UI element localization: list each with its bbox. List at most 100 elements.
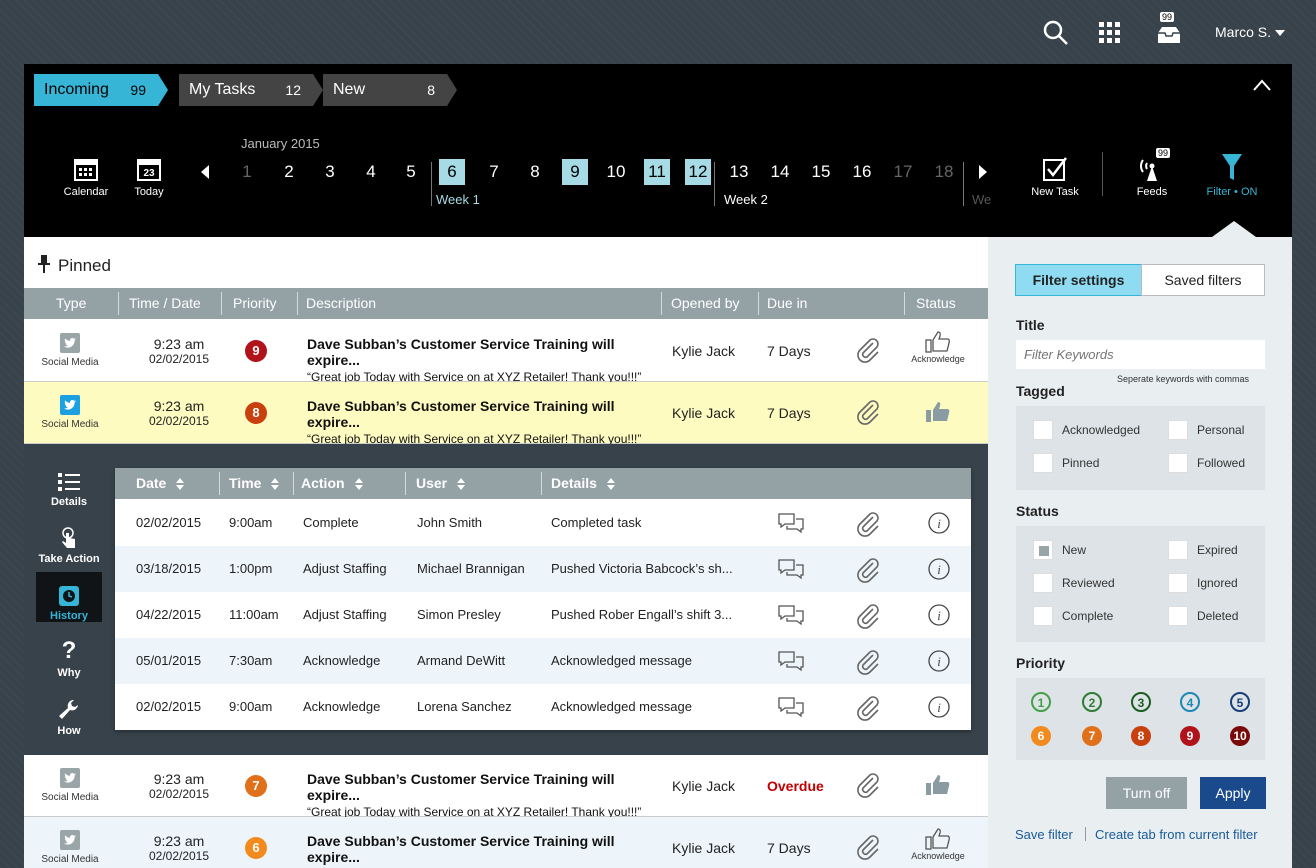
tag-acknowledged[interactable]: Acknowledged [1033,420,1140,440]
status-deleted[interactable]: Deleted [1168,606,1238,626]
status-ignored[interactable]: Ignored [1168,573,1238,593]
search-icon[interactable] [1041,18,1071,48]
tag-personal[interactable]: Personal [1168,420,1244,440]
info-icon[interactable]: i [928,696,950,721]
attachment-icon[interactable] [855,511,881,540]
filter-settings-tab[interactable]: Filter settings [1015,264,1142,296]
hcol-date[interactable]: Date [136,475,185,491]
take-action-button[interactable]: Take Action [36,515,102,572]
col-description[interactable]: Description [306,295,376,311]
status-complete[interactable]: Complete [1033,606,1113,626]
comments-icon[interactable] [777,557,805,584]
day-15[interactable]: 15 [808,159,834,185]
day-18[interactable]: 18 [931,159,957,185]
day-13[interactable]: 13 [726,159,752,185]
hcol-action[interactable]: Action [301,475,363,491]
attachment-icon[interactable] [855,834,881,863]
details-button[interactable]: Details [36,458,102,515]
info-icon[interactable]: i [928,558,950,583]
day-16[interactable]: 16 [849,159,875,185]
priority-filter-3[interactable]: 3 [1131,692,1151,712]
day-1[interactable]: 1 [234,159,260,185]
col-time[interactable]: Time / Date [129,295,201,311]
tab-my-tasks[interactable]: My Tasks 12 [179,74,323,106]
day-5[interactable]: 5 [398,159,424,185]
comments-icon[interactable] [777,511,805,538]
attachment-icon[interactable] [855,603,881,632]
priority-filter-9[interactable]: 9 [1180,726,1200,746]
day-6[interactable]: 6 [439,159,465,185]
inbox-icon[interactable]: 99 [1154,12,1184,48]
tab-new[interactable]: New 8 [323,74,457,106]
col-status[interactable]: Status [916,295,956,311]
filter-button[interactable]: Filter • ON [1202,152,1262,198]
hcol-details[interactable]: Details [551,475,615,491]
table-row[interactable]: Social Media 9:23 am 02/02/2015 6 Dave Subba… [24,817,988,868]
history-row[interactable]: 04/22/2015 11:00am Adjust Staffing Simon Pr… [115,592,971,638]
priority-filter-8[interactable]: 8 [1131,726,1151,746]
new-task-button[interactable]: New Task [1025,152,1085,198]
day-9[interactable]: 9 [562,159,588,185]
table-row[interactable]: Social Media 9:23 am 02/02/2015 7 Dave Subba… [24,755,988,819]
hcol-user[interactable]: User [416,475,466,491]
day-3[interactable]: 3 [317,159,343,185]
day-11[interactable]: 11 [644,159,670,185]
tag-followed[interactable]: Followed [1168,453,1245,473]
table-row[interactable]: Social Media 9:23 am 02/02/2015 9 Dave Subba… [24,320,988,384]
prev-arrow-icon[interactable] [200,165,210,184]
table-row[interactable]: Social Media 9:23 am 02/02/2015 8 Dave Subba… [24,382,988,446]
info-icon[interactable]: i [928,512,950,537]
user-menu[interactable]: Marco S. [1215,24,1286,40]
info-icon[interactable]: i [928,650,950,675]
turn-off-button[interactable]: Turn off [1106,777,1187,809]
priority-filter-1[interactable]: 1 [1031,692,1051,712]
day-17[interactable]: 17 [890,159,916,185]
comments-icon[interactable] [777,649,805,676]
priority-filter-7[interactable]: 7 [1082,726,1102,746]
saved-filters-tab[interactable]: Saved filters [1141,264,1265,296]
tab-incoming[interactable]: Incoming 99 [34,74,168,106]
acknowledge-button[interactable]: Acknowledge [904,331,972,364]
day-8[interactable]: 8 [522,159,548,185]
attachment-icon[interactable] [855,337,881,366]
col-due-in[interactable]: Due in [767,295,807,311]
why-button[interactable]: ? Why [36,629,102,686]
attachment-icon[interactable] [855,649,881,678]
save-filter-link[interactable]: Save filter [1015,827,1073,842]
priority-filter-5[interactable]: 5 [1230,692,1250,712]
history-row[interactable]: 02/02/2015 9:00am Acknowledge Lorena Sanche… [115,684,971,730]
attachment-icon[interactable] [855,557,881,586]
calendar-button[interactable]: Calendar [56,152,116,198]
create-tab-link[interactable]: Create tab from current filter [1095,827,1258,842]
apps-grid-icon[interactable] [1095,18,1125,48]
today-button[interactable]: 23 Today [119,152,179,198]
col-priority[interactable]: Priority [233,295,277,311]
collapse-chevron-icon[interactable] [1252,78,1272,97]
tag-pinned[interactable]: Pinned [1033,453,1099,473]
day-7[interactable]: 7 [481,159,507,185]
comments-icon[interactable] [777,695,805,722]
history-row[interactable]: 03/18/2015 1:00pm Adjust Staffing Michael B… [115,546,971,592]
attachment-icon[interactable] [855,695,881,724]
col-type[interactable]: Type [56,295,86,311]
keywords-input[interactable] [1016,340,1265,369]
attachment-icon[interactable] [855,399,881,428]
comments-icon[interactable] [777,603,805,630]
day-2[interactable]: 2 [276,159,302,185]
history-button[interactable]: History [36,572,102,622]
day-12[interactable]: 12 [685,159,711,185]
acknowledge-button[interactable] [904,401,972,424]
hcol-time[interactable]: Time [229,475,280,491]
priority-filter-10[interactable]: 10 [1230,726,1250,746]
day-10[interactable]: 10 [603,159,629,185]
priority-filter-6[interactable]: 6 [1031,726,1051,746]
acknowledge-button[interactable] [904,774,972,797]
day-14[interactable]: 14 [767,159,793,185]
next-arrow-icon[interactable] [978,165,988,184]
feeds-button[interactable]: 99 Feeds [1122,148,1182,198]
how-button[interactable]: How [36,687,102,744]
info-icon[interactable]: i [928,604,950,629]
attachment-icon[interactable] [855,772,881,801]
day-4[interactable]: 4 [358,159,384,185]
col-opened-by[interactable]: Opened by [671,295,740,311]
